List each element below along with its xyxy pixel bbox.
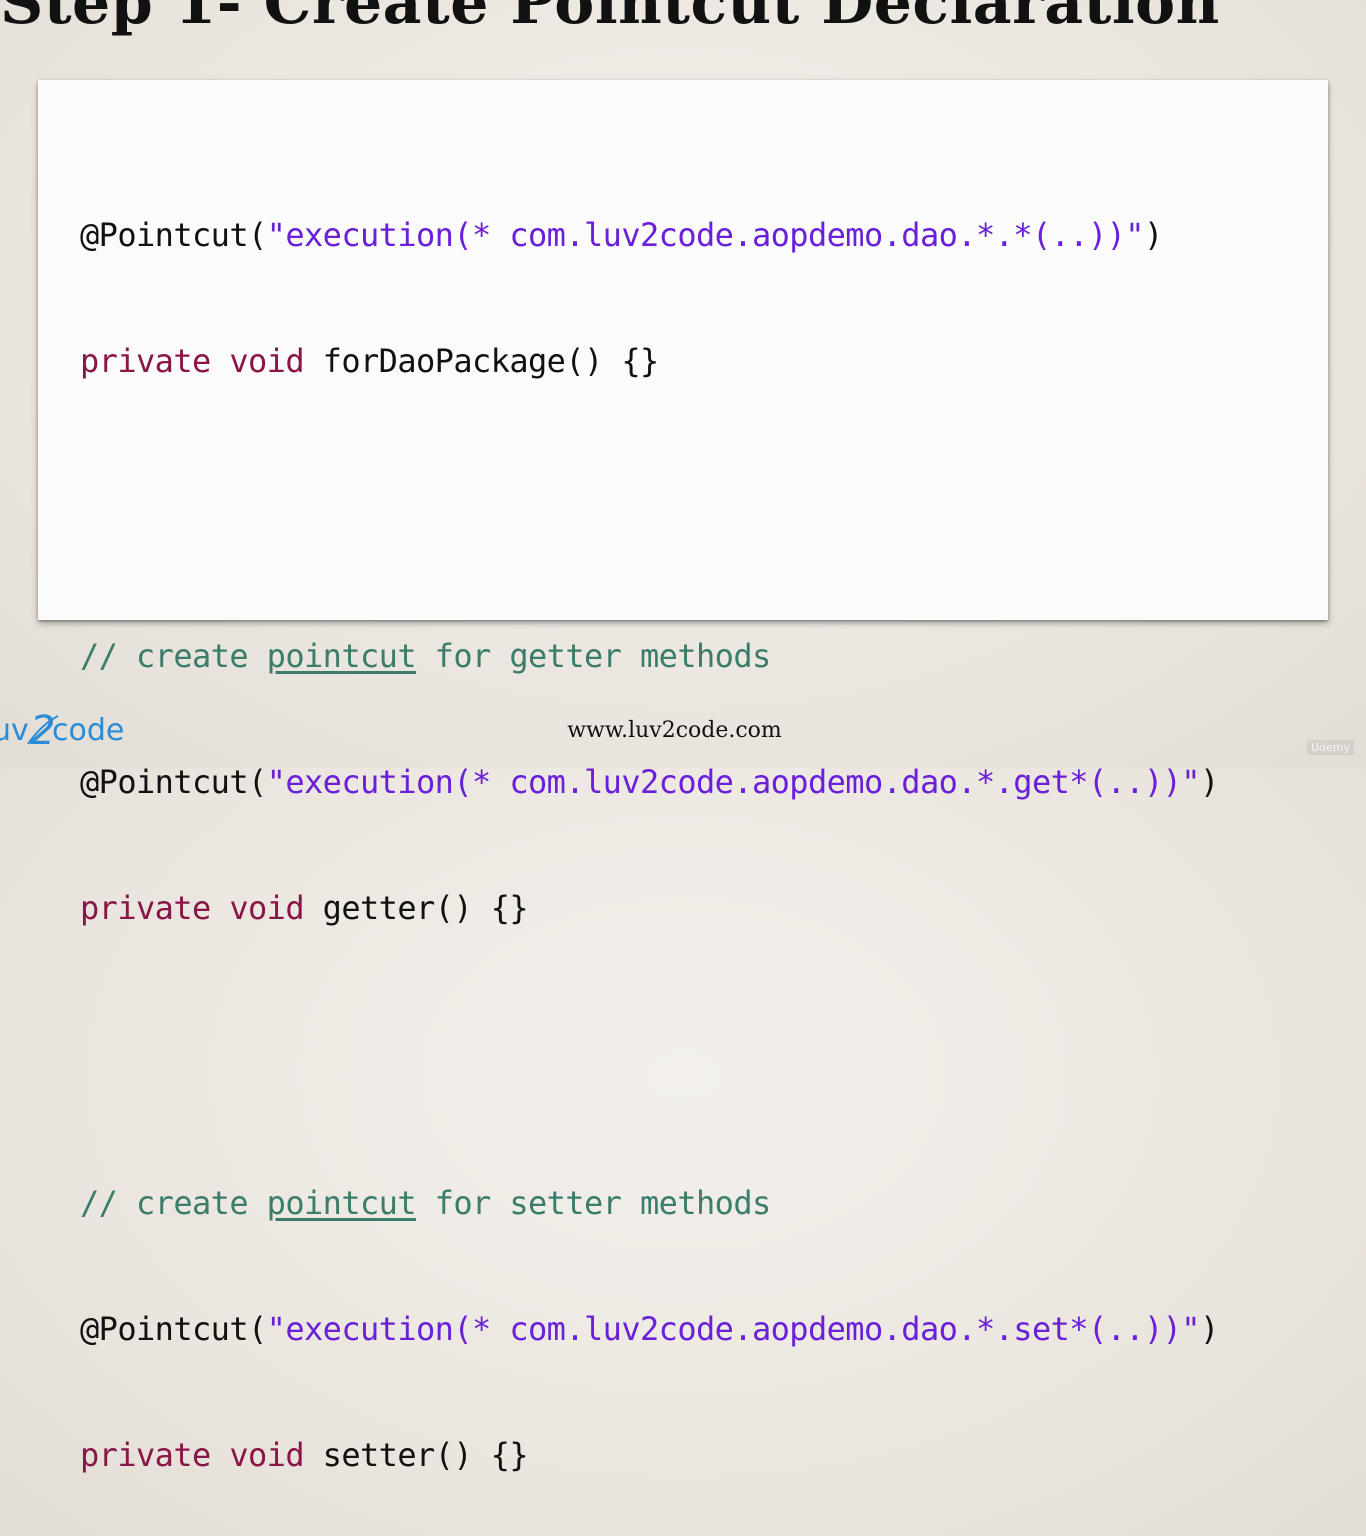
code-line-method-2: private void getter() {} — [80, 887, 1219, 929]
code-line-comment-2: // create pointcut for getter methods — [80, 635, 1219, 677]
code-line-annotation-1: @Pointcut("execution(* com.luv2code.aopd… — [80, 214, 1219, 256]
code-line-annotation-2: @Pointcut("execution(* com.luv2code.aopd… — [80, 761, 1219, 803]
annotation-token: @Pointcut( — [80, 216, 267, 254]
annotation-token: @Pointcut( — [80, 1310, 267, 1348]
annotation-close-token: ) — [1199, 1310, 1219, 1348]
footer-url: www.luv2code.com — [567, 718, 782, 743]
keyword-token: private void — [80, 889, 305, 927]
comment-token: // create — [80, 637, 267, 675]
comment-token: for getter methods — [416, 637, 772, 675]
keyword-token: private void — [80, 342, 305, 380]
string-token: "execution(* com.luv2code.aopdemo.dao.*.… — [266, 1310, 1201, 1348]
keyword-token: private void — [80, 1436, 305, 1474]
code-block: @Pointcut("execution(* com.luv2code.aopd… — [80, 130, 1219, 1536]
method-signature: setter() {} — [304, 1436, 529, 1474]
method-signature: forDaoPackage() {} — [304, 342, 660, 380]
code-line-annotation-3: @Pointcut("execution(* com.luv2code.aopd… — [80, 1308, 1219, 1350]
code-line-method-1: private void forDaoPackage() {} — [80, 340, 1219, 382]
code-line-comment-3: // create pointcut for setter methods — [80, 1182, 1219, 1224]
string-token: "execution(* com.luv2code.aopdemo.dao.*.… — [266, 216, 1145, 254]
annotation-close-token: ) — [1143, 216, 1163, 254]
string-token: "execution(* com.luv2code.aopdemo.dao.*.… — [266, 763, 1201, 801]
method-signature: getter() {} — [304, 889, 529, 927]
udemy-watermark: Udemy — [1306, 740, 1354, 755]
slide-title: Step 1- Create Pointcut Declaration — [0, 0, 1220, 38]
comment-underlined-token: pointcut — [266, 637, 417, 675]
comment-token: // create — [80, 1184, 267, 1222]
comment-underlined-token: pointcut — [266, 1184, 417, 1222]
annotation-close-token: ) — [1199, 763, 1219, 801]
code-panel: @Pointcut("execution(* com.luv2code.aopd… — [38, 80, 1328, 1474]
code-line-method-3: private void setter() {} — [80, 1434, 1219, 1476]
annotation-token: @Pointcut( — [80, 763, 267, 801]
comment-token: for setter methods — [416, 1184, 772, 1222]
